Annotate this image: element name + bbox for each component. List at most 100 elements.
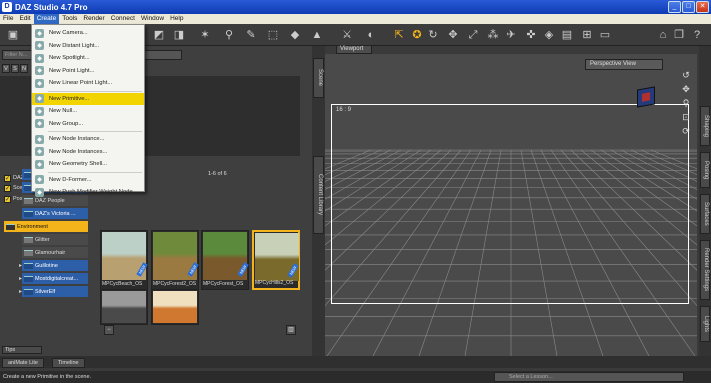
null-icon: ◆ [35,106,44,116]
surface-tool-icon[interactable]: ◐ [364,28,378,42]
menu-file[interactable]: File [0,14,16,24]
minimize-button[interactable]: _ [668,1,681,13]
geometry-editor-icon[interactable]: ⁂ [486,28,500,42]
menu-edit[interactable]: Edit [16,14,33,24]
joint-editor-icon[interactable]: ⚲ [222,28,236,42]
info-icon[interactable]: ❐ [672,28,686,42]
pan-icon[interactable]: ✥ [680,84,692,98]
dformer-icon: ◆ [35,175,44,184]
render-settings-icon[interactable]: ◩ [152,28,166,42]
folder-item[interactable]: Glamourhair [22,247,88,258]
content-icon[interactable]: ▤ [560,28,574,42]
create-menu-item[interactable]: ◆ New Camera... [32,27,144,39]
surface-selection-icon[interactable]: ◈ [542,28,556,42]
tab-render-settings[interactable]: Render Settings [700,240,710,300]
create-menu-item[interactable]: ◆ New Node Instances... [32,146,144,158]
tab-surfaces[interactable]: Surfaces [700,194,710,234]
create-menu-item[interactable]: ◆ New Point Light... [32,65,144,77]
tab-shaping[interactable]: Shaping [700,106,710,146]
create-menu-item-label: New Spotlight... [49,55,90,61]
reset-view-icon[interactable]: ⟳ [680,126,692,140]
translate-tool-icon[interactable]: ✥ [446,28,460,42]
hierarchy-tool-icon[interactable]: ⊞ [580,28,594,42]
collapse-icon[interactable]: − [104,325,114,335]
bottom-tab-bar: aniMate Lite Timeline [0,356,711,368]
folder-item[interactable]: Glitter [22,234,88,245]
tab-viewport[interactable]: Viewport [336,45,372,54]
create-menu-item[interactable]: ◆ New Geometry Shell... [32,158,144,170]
node-weight-brush-icon[interactable]: ✶ [198,28,212,42]
home-icon[interactable]: ⌂ [656,28,670,42]
create-menu-item[interactable]: ◆ New Null... [32,105,144,117]
close-button[interactable]: ✕ [696,1,709,13]
daz-icon: D [2,2,12,12]
tab-scene[interactable]: Scene [313,58,324,98]
help-icon[interactable]: ? [690,28,704,42]
menu-tools[interactable]: Tools [59,14,80,24]
create-menu-item[interactable]: ◆ New Group... [32,118,144,130]
content-thumbnail[interactable]: MPCycForest_OS NEW [201,230,249,290]
selected-column-button[interactable]: S [11,64,19,73]
scene-tool-icon[interactable]: ⚔ [340,28,354,42]
open-file-icon[interactable]: ▣ [6,28,20,42]
content-thumbnail[interactable] [151,289,199,325]
content-thumbnail[interactable]: MPCycHills2_OS NEW [252,230,300,290]
folder-item[interactable]: DAZ's Victoria ... [22,208,88,219]
spotlight-tool-icon[interactable]: ▲ [310,28,324,42]
maximize-button[interactable]: □ [682,1,695,13]
menu-window[interactable]: Window [138,14,167,24]
view-options-icon[interactable]: ▥ [286,325,296,335]
expand-arrow-icon[interactable]: ▸ [19,262,22,269]
scale-tool-icon[interactable]: ⤢ [466,28,480,42]
create-menu-item[interactable]: ◆ New Primitive... [32,92,144,105]
visible-column-button[interactable]: V [2,64,10,73]
camera-cube-icon[interactable]: ⬚ [266,28,280,42]
figure-tool-icon[interactable]: ✈ [504,28,518,42]
content-thumbnail[interactable]: MPCycForest2_OS NEW [151,230,199,290]
menu-create[interactable]: Create [33,14,60,24]
create-menu-item-label: New Node Instance... [49,136,105,142]
universal-tool-icon[interactable]: ✪ [410,28,424,42]
expand-arrow-icon[interactable]: ▸ [19,288,22,295]
lesson-select[interactable]: Select a Lesson... [494,372,684,382]
tab-lights[interactable]: Lights [700,306,710,342]
folder-item[interactable]: Mostdigitalcreat... [22,273,88,284]
tab-timeline[interactable]: Timeline [52,358,85,368]
create-menu-item[interactable]: ◆ New Linear Point Light... [32,77,144,89]
zoom-icon[interactable]: ⚲ [680,98,692,112]
tab-animate-lite[interactable]: aniMate Lite [2,358,44,368]
menu-help[interactable]: Help [167,14,186,24]
folder-item[interactable]: SilverElf [22,286,88,297]
tab-tips[interactable]: Tips [2,346,42,354]
expand-arrow-icon[interactable]: ▸ [19,275,22,282]
pointer-tool-icon[interactable]: ⇱ [392,28,406,42]
tab-content-library[interactable]: Content Library [313,156,324,234]
light-tool-icon[interactable]: ◆ [288,28,302,42]
content-thumbnail[interactable]: MPCycBeach_OS NEW [100,230,148,290]
frame-icon[interactable]: ⊡ [680,112,692,126]
name-column-button[interactable]: N [20,64,28,73]
photo-icon[interactable]: ▭ [598,28,612,42]
render-icon[interactable]: ◨ [172,28,186,42]
create-menu-item[interactable]: ◆ New Spotlight... [32,52,144,64]
region-navigator-icon[interactable]: ✎ [244,28,258,42]
create-menu-item-label: New Null... [49,108,78,114]
menu-connect[interactable]: Connect [108,14,138,24]
menu-render[interactable]: Render [80,14,107,24]
create-menu-item[interactable]: ◆ New Distant Light... [32,40,144,52]
rotate-tool-icon[interactable]: ↻ [426,28,440,42]
tab-posing[interactable]: Posing [700,152,710,188]
folder-item[interactable]: Environment [4,221,88,232]
window-controls: _ □ ✕ [668,1,709,13]
create-menu-item[interactable]: ◆ New Node Instance... [32,133,144,145]
camera-select[interactable]: Perspective View [585,59,663,70]
result-count: 1-6 of 6 [208,171,227,177]
folder-item[interactable]: Guillotine [22,260,88,271]
orbit-icon[interactable]: ↺ [680,70,692,84]
content-thumbnail[interactable] [100,289,148,325]
active-pose-icon[interactable]: ✜ [524,28,538,42]
create-menu-item[interactable]: ◆ New Push Modifier Weight Node... [32,186,144,198]
create-menu-item[interactable]: ◆ New D-Former... [32,174,144,186]
node-instances-icon: ◆ [35,147,44,156]
view-cube-icon[interactable] [637,86,655,108]
